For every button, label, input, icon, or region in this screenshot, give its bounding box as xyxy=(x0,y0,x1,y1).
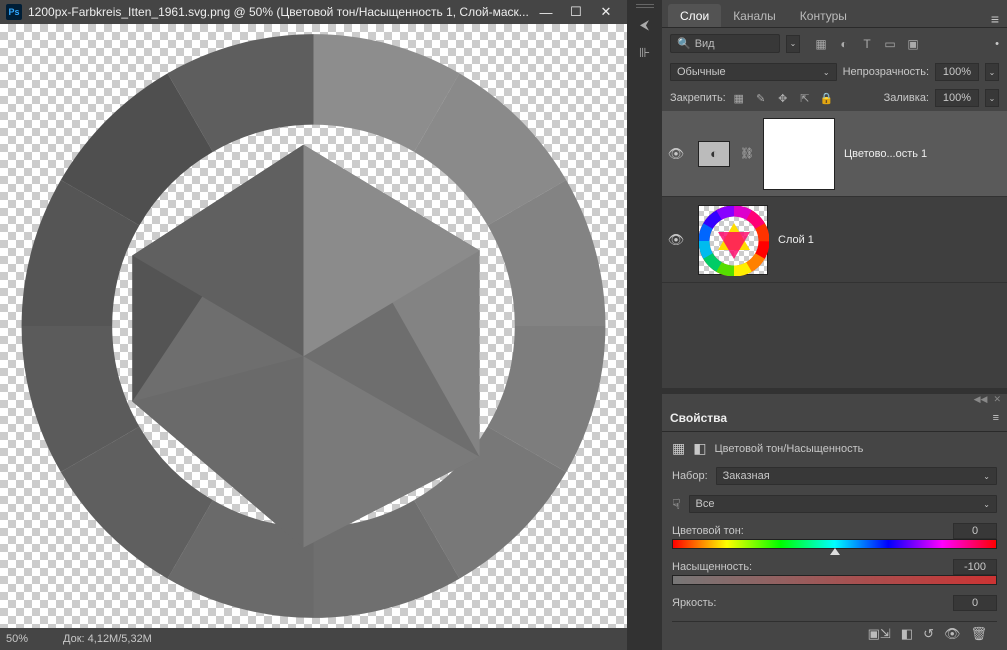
layer-search[interactable]: 🔍 Вид xyxy=(670,34,780,53)
view-previous-icon[interactable]: ◧ xyxy=(901,626,913,642)
adjustment-icon: ▦ xyxy=(672,440,685,457)
link-icon[interactable]: ⛓ xyxy=(740,147,754,160)
minimize-button[interactable]: — xyxy=(531,5,561,20)
preset-value: Заказная xyxy=(723,470,770,482)
properties-header: Свойства ≡ xyxy=(662,404,1007,432)
properties-body: ▦ ◧ Цветовой тон/Насыщенность Набор: Зак… xyxy=(662,432,1007,650)
search-icon: 🔍 xyxy=(677,37,691,50)
adjustment-type-label: Цветовой тон/Насыщенность xyxy=(714,443,863,455)
history-icon[interactable]: ⊪ xyxy=(634,42,656,64)
reset-icon[interactable]: ↺ xyxy=(923,626,934,642)
panel-tabbar: Слои Каналы Контуры ≡ xyxy=(662,0,1007,28)
lock-position-icon[interactable]: ✥ xyxy=(776,92,790,105)
layers-list: 👁 ◐ ⛓ Цветово...ость 1 👁 xyxy=(662,111,1007,283)
collapsed-panel-strip: ⮜ ⊪ xyxy=(627,0,662,650)
properties-actions: ▣⇲ ◧ ↺ 👁 🗑 xyxy=(672,621,997,642)
app-icon: Ps xyxy=(6,4,22,20)
saturation-value[interactable]: -100 xyxy=(953,559,997,575)
clip-to-layer-icon[interactable]: ▣⇲ xyxy=(868,626,891,642)
filter-adjust-icon[interactable]: ◐ xyxy=(837,37,851,51)
preset-label: Набор: xyxy=(672,470,708,482)
saturation-slider[interactable] xyxy=(672,575,997,585)
fill-value[interactable]: 100% xyxy=(935,89,979,107)
lock-label: Закрепить: xyxy=(670,92,726,104)
hue-slider[interactable] xyxy=(672,539,997,549)
opacity-dropdown[interactable]: ⌄ xyxy=(985,63,999,81)
filter-toggle-icon[interactable]: • xyxy=(995,38,999,50)
adjustment-type-row: ▦ ◧ Цветовой тон/Насыщенность xyxy=(672,440,997,457)
color-range-select[interactable]: Все⌄ xyxy=(689,495,997,513)
scrubby-icon[interactable]: ☟ xyxy=(672,496,681,513)
filter-smart-icon[interactable]: ▣ xyxy=(906,37,920,51)
hue-slider-thumb[interactable] xyxy=(830,548,840,555)
layer-thumb xyxy=(698,205,768,275)
visibility-icon[interactable]: 👁 xyxy=(668,232,685,248)
close-button[interactable]: ✕ xyxy=(591,4,621,20)
layers-empty-area xyxy=(662,283,1007,388)
fill-dropdown[interactable]: ⌄ xyxy=(985,89,999,107)
saturation-label: Насыщенность: xyxy=(672,561,752,573)
canvas[interactable] xyxy=(0,24,627,628)
opacity-label: Непрозрачность: xyxy=(843,66,929,78)
color-range-value: Все xyxy=(696,498,715,510)
lightness-label: Яркость: xyxy=(672,597,716,609)
lock-all-icon[interactable]: 🔒 xyxy=(820,92,834,105)
mask-icon: ◧ xyxy=(693,440,706,457)
filter-shape-icon[interactable]: ▭ xyxy=(883,37,897,51)
doc-size: Док: 4,12M/5,32M xyxy=(63,633,152,645)
blend-mode-value: Обычные xyxy=(677,66,726,78)
toggle-visibility-icon[interactable]: 👁 xyxy=(944,626,961,642)
lock-row: Закрепить: ▦ ✎ ✥ ⇱ 🔒 Заливка: 100% ⌄ xyxy=(662,85,1007,111)
document-title: 1200px-Farbkreis_Itten_1961.svg.png @ 50… xyxy=(28,5,531,19)
hue-value[interactable]: 0 xyxy=(953,523,997,539)
status-bar: 50% Док: 4,12M/5,32M xyxy=(0,628,627,650)
tab-paths[interactable]: Контуры xyxy=(788,4,859,27)
visibility-icon[interactable]: 👁 xyxy=(668,146,685,162)
layer-filter-icons: ▦ ◐ T ▭ ▣ xyxy=(814,37,920,51)
fill-label: Заливка: xyxy=(884,92,929,104)
document-window: Ps 1200px-Farbkreis_Itten_1961.svg.png @… xyxy=(0,0,627,650)
layers-filter-bar: 🔍 Вид ⌄ ▦ ◐ T ▭ ▣ • xyxy=(662,28,1007,59)
properties-panel-handle[interactable]: ◀◀✕ xyxy=(662,394,1007,404)
lock-artboard-icon[interactable]: ⇱ xyxy=(798,92,812,105)
search-kind-dropdown[interactable]: ⌄ xyxy=(786,35,800,53)
layer-mask-thumb[interactable] xyxy=(764,119,834,189)
search-kind: Вид xyxy=(695,38,715,50)
adjustment-thumb-icon: ◐ xyxy=(698,141,730,167)
opacity-value[interactable]: 100% xyxy=(935,63,979,81)
zoom-level[interactable]: 50% xyxy=(6,633,28,645)
layer-name[interactable]: Цветово...ость 1 xyxy=(844,148,927,160)
delete-icon[interactable]: 🗑 xyxy=(970,626,987,642)
filter-text-icon[interactable]: T xyxy=(860,37,874,51)
layer-name[interactable]: Слой 1 xyxy=(778,234,814,246)
tab-layers[interactable]: Слои xyxy=(668,4,721,27)
document-titlebar: Ps 1200px-Farbkreis_Itten_1961.svg.png @… xyxy=(0,0,627,24)
filter-pixel-icon[interactable]: ▦ xyxy=(814,37,828,51)
properties-title: Свойства xyxy=(670,411,727,425)
blend-mode-select[interactable]: Обычные⌄ xyxy=(670,63,837,81)
lightness-value[interactable]: 0 xyxy=(953,595,997,611)
layer-row-image[interactable]: 👁 xyxy=(662,197,1007,283)
panel-menu-icon[interactable]: ≡ xyxy=(983,11,1007,27)
layer-row-adjustment[interactable]: 👁 ◐ ⛓ Цветово...ость 1 xyxy=(662,111,1007,197)
right-panels: Слои Каналы Контуры ≡ 🔍 Вид ⌄ ▦ ◐ T ▭ ▣ … xyxy=(662,0,1007,650)
artwork xyxy=(0,24,627,628)
panel-menu-icon[interactable]: ≡ xyxy=(993,412,999,424)
maximize-button[interactable]: ☐ xyxy=(561,4,591,20)
blend-row: Обычные⌄ Непрозрачность: 100% ⌄ xyxy=(662,59,1007,85)
hue-label: Цветовой тон: xyxy=(672,525,744,537)
panel-grip[interactable] xyxy=(636,4,654,8)
lock-pixels-icon[interactable]: ✎ xyxy=(754,92,768,105)
tab-channels[interactable]: Каналы xyxy=(721,4,788,27)
lock-transparent-icon[interactable]: ▦ xyxy=(732,92,746,105)
collapse-icon[interactable]: ⮜ xyxy=(634,14,656,36)
preset-select[interactable]: Заказная⌄ xyxy=(716,467,997,485)
